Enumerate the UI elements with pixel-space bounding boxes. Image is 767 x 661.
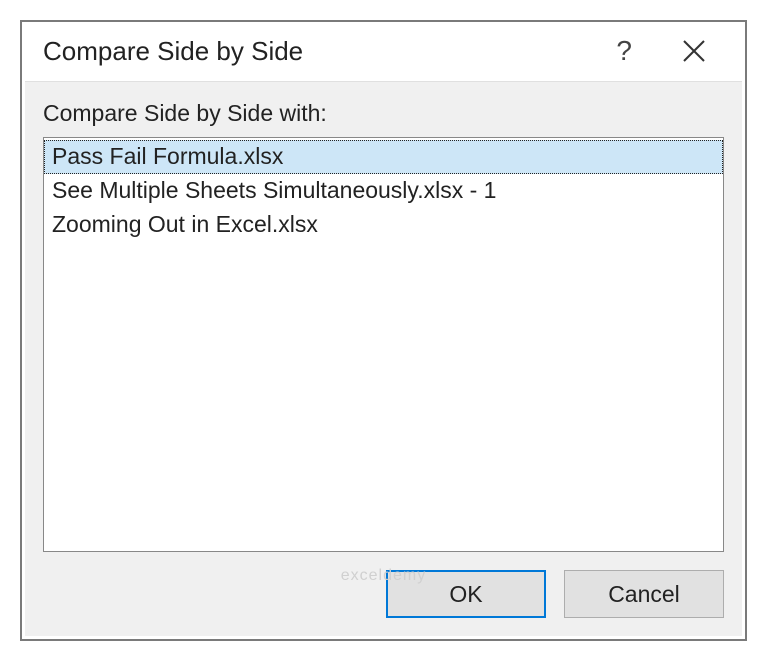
dialog-window: Compare Side by Side ? Compare Side by S… xyxy=(20,20,747,641)
dialog-content: Compare Side by Side ? Compare Side by S… xyxy=(25,25,742,636)
ok-button[interactable]: OK xyxy=(386,570,546,618)
list-item[interactable]: Zooming Out in Excel.xlsx xyxy=(44,208,723,242)
titlebar: Compare Side by Side ? xyxy=(25,25,742,81)
workbook-listbox[interactable]: Pass Fail Formula.xlsx See Multiple Shee… xyxy=(43,137,724,552)
close-icon[interactable] xyxy=(652,39,724,63)
listbox-label: Compare Side by Side with: xyxy=(43,100,724,127)
dialog-body: Compare Side by Side with: Pass Fail For… xyxy=(25,81,742,636)
dialog-title: Compare Side by Side xyxy=(43,36,596,67)
x-icon xyxy=(682,39,706,63)
list-item[interactable]: Pass Fail Formula.xlsx xyxy=(44,140,723,174)
list-item[interactable]: See Multiple Sheets Simultaneously.xlsx … xyxy=(44,174,723,208)
button-row: OK Cancel xyxy=(43,570,724,618)
help-icon[interactable]: ? xyxy=(596,35,652,67)
cancel-button[interactable]: Cancel xyxy=(564,570,724,618)
